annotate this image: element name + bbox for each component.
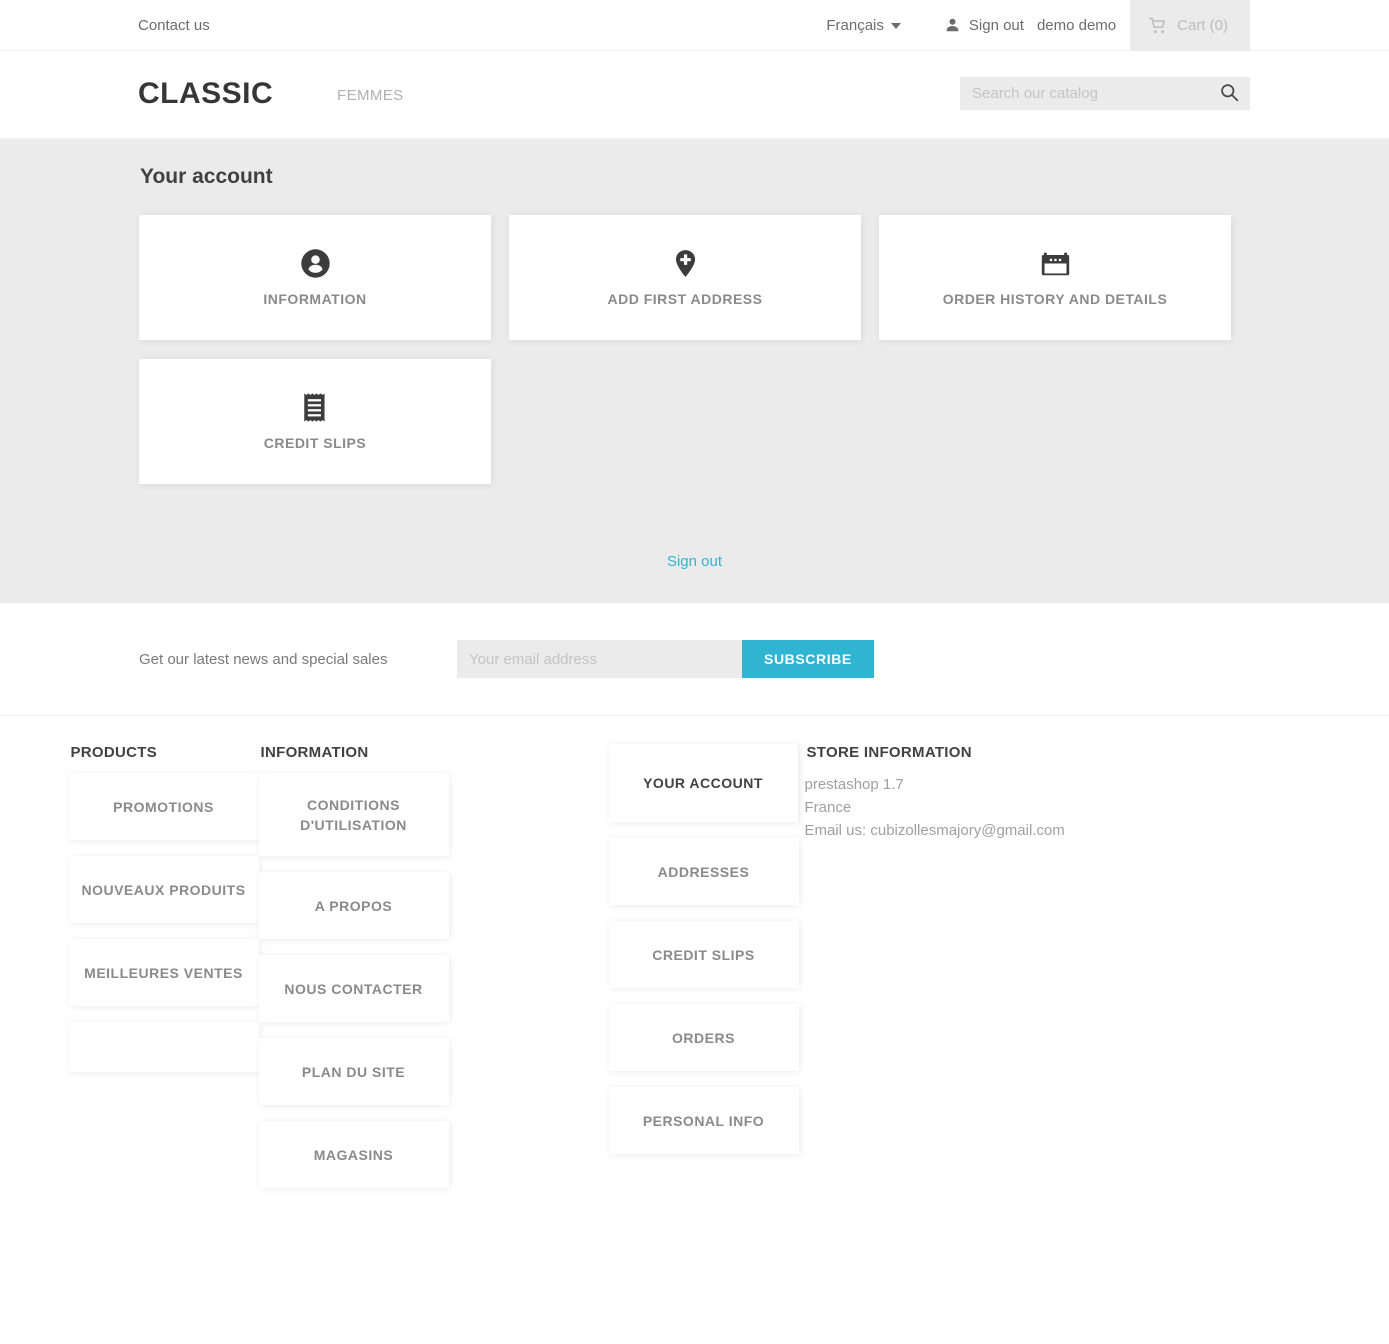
topnav-right-group: Français Sign out demo demo Cart (0) bbox=[826, 0, 1250, 51]
footer-column-title: STORE INFORMATION bbox=[806, 744, 972, 761]
cart-label: Cart (0) bbox=[1177, 17, 1228, 34]
cart-button[interactable]: Cart (0) bbox=[1130, 0, 1250, 51]
map-pin-plus-icon bbox=[670, 248, 701, 279]
search-icon bbox=[1219, 82, 1240, 106]
footer-link-nouveaux-produits[interactable]: NOUVEAUX PRODUITS bbox=[68, 856, 259, 923]
footer-link-promotions[interactable]: PROMOTIONS bbox=[68, 773, 259, 840]
account-card-wrapper: ORDER HISTORY AND DETAILS bbox=[870, 215, 1240, 340]
language-label: Français bbox=[826, 17, 884, 34]
newsletter-text: Get our latest news and special sales bbox=[139, 650, 388, 668]
account-card-wrapper: ADD FIRST ADDRESS bbox=[500, 215, 870, 340]
footer-column-title: PRODUCTS bbox=[70, 744, 158, 761]
account-card-credit-slips[interactable]: CREDIT SLIPS bbox=[139, 359, 491, 484]
page-root: Contact us Français Sign out demo demo C… bbox=[0, 0, 1389, 1344]
language-selector[interactable]: Français bbox=[826, 17, 901, 34]
account-card-label: ADD FIRST ADDRESS bbox=[607, 291, 763, 307]
account-card-add-first-address[interactable]: ADD FIRST ADDRESS bbox=[509, 215, 861, 340]
account-card-wrapper: CREDIT SLIPS bbox=[130, 359, 500, 484]
footer-link-orders[interactable]: ORDERS bbox=[608, 1004, 799, 1071]
footer-column-account: YOUR ACCOUNT ADDRESSES CREDIT SLIPS ORDE… bbox=[608, 744, 799, 1170]
footer-link-empty[interactable] bbox=[68, 1022, 259, 1072]
footer-link-a-propos[interactable]: A PROPOS bbox=[258, 872, 449, 939]
account-card-label: CREDIT SLIPS bbox=[263, 435, 367, 451]
top-navigation-bar: Contact us Français Sign out demo demo C… bbox=[0, 0, 1389, 51]
footer-link-plan-du-site[interactable]: PLAN DU SITE bbox=[258, 1038, 449, 1105]
calendar-icon bbox=[1040, 248, 1071, 279]
footer-container: PRODUCTS PROMOTIONS NOUVEAUX PRODUITS ME… bbox=[60, 744, 1330, 1344]
footer-column-information: INFORMATION CONDITIONS D'UTILISATION A P… bbox=[258, 744, 449, 1204]
receipt-icon bbox=[301, 392, 329, 423]
footer-link-conditions-dutilisation[interactable]: CONDITIONS D'UTILISATION bbox=[258, 773, 449, 856]
site-header: CLASSIC FEMMES bbox=[0, 51, 1389, 139]
footer-column-store-information: STORE INFORMATION prestashop 1.7 France … bbox=[805, 744, 1305, 842]
account-links-grid: INFORMATION ADD FIRST ADDRESS ORDER HIST… bbox=[130, 215, 1259, 503]
footer-column-title: INFORMATION bbox=[260, 744, 369, 761]
newsletter-email-input[interactable] bbox=[457, 640, 742, 678]
search-box bbox=[960, 77, 1250, 110]
signout-center-wrapper: Sign out bbox=[139, 553, 1250, 570]
account-container: Your account INFORMATION ADD FIRST ADDRE… bbox=[139, 165, 1250, 570]
store-line: prestashop 1.7 bbox=[804, 776, 904, 793]
account-circle-icon bbox=[300, 248, 331, 279]
newsletter-subscribe-button[interactable]: SUBSCRIBE bbox=[742, 640, 874, 678]
footer-link-meilleures-ventes[interactable]: MEILLEURES VENTES bbox=[68, 939, 259, 1006]
account-card-order-history[interactable]: ORDER HISTORY AND DETAILS bbox=[879, 215, 1231, 340]
chevron-down-icon bbox=[890, 22, 901, 29]
nav-item-femmes[interactable]: FEMMES bbox=[337, 87, 404, 104]
footer-link-personal-info[interactable]: PERSONAL INFO bbox=[608, 1087, 799, 1154]
account-card-information[interactable]: INFORMATION bbox=[139, 215, 491, 340]
store-line: Email us: cubizollesmajory@gmail.com bbox=[804, 822, 1065, 839]
site-logo[interactable]: CLASSIC bbox=[138, 77, 273, 111]
shopping-cart-icon bbox=[1148, 16, 1168, 36]
account-card-label: ORDER HISTORY AND DETAILS bbox=[942, 291, 1168, 307]
account-card-wrapper: INFORMATION bbox=[130, 215, 500, 340]
account-card-label: INFORMATION bbox=[263, 291, 367, 307]
footer-link-addresses[interactable]: ADDRESSES bbox=[608, 838, 799, 905]
contact-us-link[interactable]: Contact us bbox=[138, 0, 210, 51]
search-submit-button[interactable] bbox=[1215, 82, 1250, 106]
footer-column-products: PRODUCTS PROMOTIONS NOUVEAUX PRODUITS ME… bbox=[68, 744, 259, 1088]
store-line: France bbox=[804, 799, 852, 816]
footer-link-credit-slips[interactable]: CREDIT SLIPS bbox=[608, 921, 799, 988]
footer-link-nous-contacter[interactable]: NOUS CONTACTER bbox=[258, 955, 449, 1022]
search-input[interactable] bbox=[960, 85, 1215, 102]
user-name-label: demo demo bbox=[1036, 17, 1117, 34]
page-title: Your account bbox=[140, 165, 273, 188]
user-account-group: Sign out demo demo bbox=[943, 16, 1116, 35]
store-information-text: prestashop 1.7 France Email us: cubizoll… bbox=[805, 773, 1305, 842]
footer-link-magasins[interactable]: MAGASINS bbox=[258, 1121, 449, 1188]
signout-link-top[interactable]: Sign out bbox=[969, 17, 1024, 34]
site-footer: PRODUCTS PROMOTIONS NOUVEAUX PRODUITS ME… bbox=[0, 715, 1389, 1344]
signout-link-main[interactable]: Sign out bbox=[667, 553, 722, 570]
newsletter-form: SUBSCRIBE bbox=[457, 640, 874, 678]
newsletter-section: Get our latest news and special sales SU… bbox=[0, 603, 1389, 715]
account-section: Your account INFORMATION ADD FIRST ADDRE… bbox=[0, 139, 1389, 603]
footer-link-your-account[interactable]: YOUR ACCOUNT bbox=[608, 744, 799, 822]
user-icon bbox=[943, 16, 962, 35]
